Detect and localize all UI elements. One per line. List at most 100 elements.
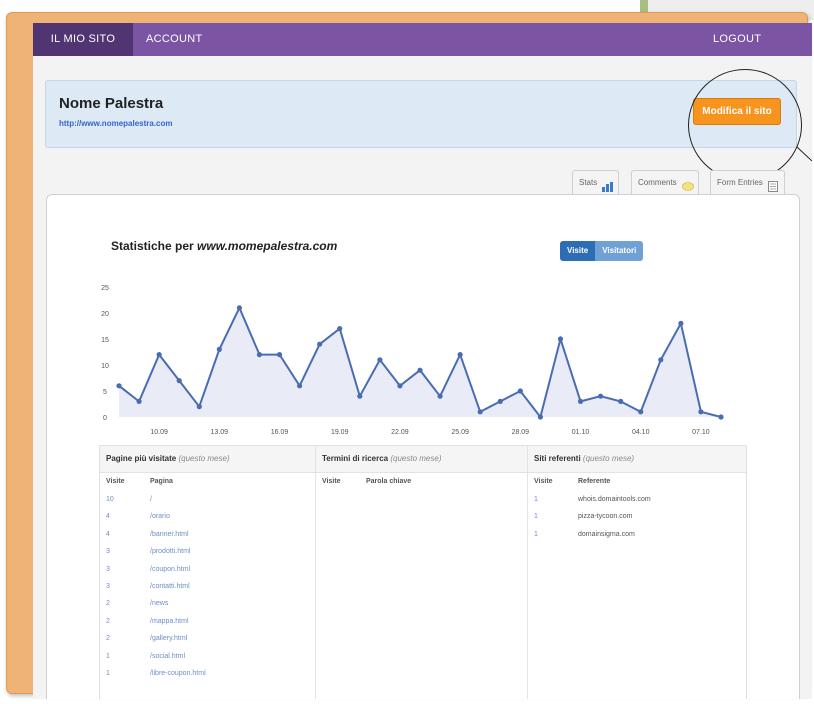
table-row: 1 domainsigma.com [528, 526, 746, 543]
visit-count: 2 [106, 635, 110, 643]
table-row: 1/social.html [100, 648, 315, 665]
page-link[interactable]: /news [150, 595, 168, 612]
search-terms-header: Termini di ricerca (questo mese) [316, 446, 527, 473]
y-tick-label: 25 [101, 285, 109, 292]
tab-comments-label: Comments [638, 178, 677, 187]
data-point [276, 352, 283, 358]
x-tick-label: 19.09 [331, 429, 349, 435]
visit-count: 1 [106, 652, 110, 660]
table-row: 10 / [100, 491, 315, 508]
search-terms-period: (questo mese) [390, 454, 442, 463]
data-point [256, 352, 263, 358]
page-link[interactable]: /libre-coupon.html [150, 665, 206, 682]
table-row: 1 pizza-tycoon.com [528, 508, 746, 525]
data-point [236, 305, 242, 311]
stats-title: Statistiche per www.momepalestra.com [111, 239, 337, 253]
tab-form-entries[interactable]: Form Entries [710, 170, 786, 195]
data-point [136, 398, 142, 404]
data-point [618, 398, 624, 404]
toggle-visitors[interactable]: Visitatori [595, 241, 644, 261]
search-terms-title: Termini di ricerca [322, 454, 389, 463]
chart-icon [602, 178, 614, 193]
stats-title-prefix: Statistiche per [111, 239, 198, 253]
visit-count: 1 [534, 513, 538, 521]
top-pages-header: Pagine più visitate (questo mese) [100, 446, 315, 473]
data-point [598, 393, 604, 399]
data-point [116, 383, 122, 389]
page-link[interactable]: / [150, 491, 152, 508]
visit-count: 1 [106, 669, 110, 677]
data-point [477, 409, 483, 415]
page-link[interactable]: /orario [150, 508, 170, 525]
referrers-title: Siti referenti [534, 454, 581, 463]
table-row: 4/banner.html [100, 526, 315, 543]
referrers-header: Siti referenti (questo mese) [528, 446, 746, 473]
referrer-name: whois.domaintools.com [578, 496, 651, 503]
data-point [638, 409, 644, 415]
data-point [397, 383, 403, 389]
stats-title-site: www.momepalestra.com [197, 239, 338, 253]
top-pages-column: Pagine più visitate (questo mese) Visite… [100, 446, 316, 699]
data-point [297, 383, 303, 389]
search-terms-column: Termini di ricerca (questo mese) Visite … [316, 446, 528, 699]
visit-count: 4 [106, 513, 110, 521]
data-point [457, 352, 463, 358]
page-link[interactable]: /banner.html [150, 526, 189, 543]
y-tick-label: 0 [103, 415, 107, 422]
visit-count: 1 [534, 496, 538, 503]
referrers-rows: 1 whois.domaintools.com 1 pizza-tycoon.com 1… [528, 491, 746, 543]
col-referrer: Referente [578, 478, 611, 485]
x-tick-label: 28.09 [512, 429, 530, 435]
top-pages-rows: 10/4/orario 4/banner.html 3/prodotti.html 3… [100, 491, 315, 682]
page-link[interactable]: /social.html [150, 648, 185, 665]
col-visits: Visite [534, 478, 553, 485]
visit-count: 10 [106, 496, 114, 503]
table-row: 3/contatti.html [100, 578, 315, 595]
top-pages-subheader: Visite Pagina [100, 473, 315, 491]
table-row: 2/gallery.html [100, 630, 315, 647]
col-visits: Visite [322, 478, 341, 485]
col-page: Pagina [150, 478, 173, 485]
data-point [718, 414, 724, 420]
data-point [156, 352, 162, 358]
table-row: 1/libre-coupon.html [100, 665, 315, 682]
data-point [337, 326, 343, 332]
y-tick-label: 20 [101, 311, 109, 318]
x-tick-label: 07.10 [692, 429, 710, 435]
col-visits: Visite [106, 478, 125, 485]
table-row: 2/mappa.html [100, 613, 315, 630]
referrer-name: domainsigma.com [578, 530, 635, 538]
visit-count: 2 [106, 600, 110, 608]
search-terms-subheader: Visite Parola chiave [316, 473, 527, 491]
data-point [497, 398, 503, 404]
col-keyword: Parola chiave [366, 478, 412, 485]
tab-comments[interactable]: Comments [631, 170, 699, 195]
visit-count: 4 [106, 530, 110, 538]
visit-count: 2 [106, 617, 110, 625]
toggle-visits[interactable]: Visite [560, 241, 596, 261]
tab-stats-label: Stats [579, 178, 598, 187]
data-point [176, 378, 182, 384]
x-tick-label: 22.09 [391, 429, 409, 435]
page-link[interactable]: /contatti.html [150, 578, 190, 595]
tab-stats[interactable]: Stats [572, 170, 620, 195]
data-point [698, 409, 704, 415]
referrer-name: pizza-tycoon.com [578, 513, 633, 521]
visit-count: 3 [106, 582, 110, 590]
visit-count: 1 [534, 530, 538, 538]
area-fill [119, 307, 721, 417]
data-point [437, 393, 443, 399]
page-link[interactable]: /coupon.html [150, 561, 190, 578]
y-tick-label: 15 [101, 337, 109, 344]
tab-form-entries-label: Form Entries [717, 178, 763, 187]
page-link[interactable]: /gallery.html [150, 630, 187, 647]
visits-chart: 25 20 15 10 5 0 10.09 13.09 16.09 19.09 22.09 25.09… [101, 285, 724, 435]
page-link[interactable]: /mappa.html [150, 613, 189, 630]
page-link[interactable]: /prodotti.html [150, 543, 190, 560]
data-point [196, 404, 202, 410]
x-tick-label: 04.10 [632, 429, 650, 435]
x-tick-label: 13.09 [211, 429, 229, 435]
table-row: 3/prodotti.html [100, 543, 315, 560]
x-tick-label: 10.09 [150, 429, 168, 435]
data-point [557, 336, 564, 342]
